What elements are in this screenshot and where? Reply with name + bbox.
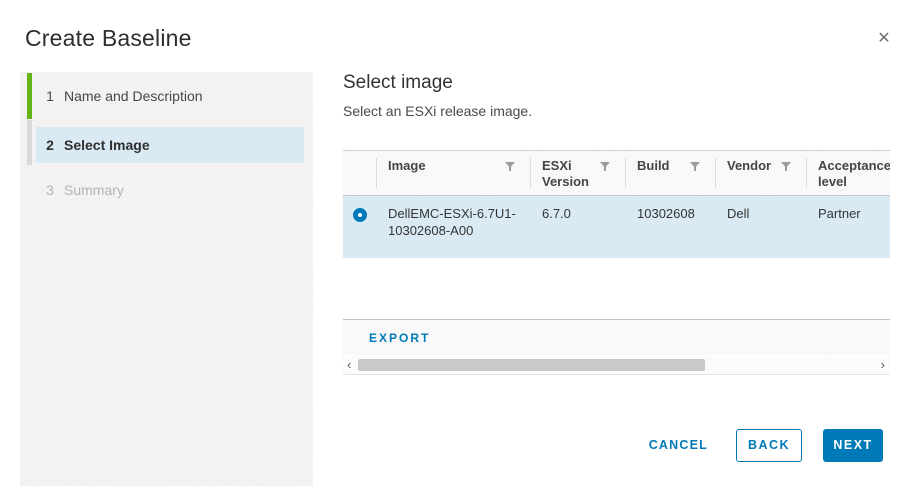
- step-track-bar: [27, 120, 32, 165]
- column-label: Build: [637, 158, 670, 173]
- back-button[interactable]: BACK: [736, 429, 802, 462]
- step-label: Select Image: [64, 137, 150, 153]
- filter-icon[interactable]: [690, 162, 700, 171]
- section-heading: Select image: [343, 72, 453, 94]
- column-label: Vendor: [727, 158, 771, 173]
- sidebar-item-select-image[interactable]: 2 Select Image: [36, 127, 304, 163]
- sidebar-item-summary: 3 Summary: [20, 175, 313, 205]
- section-description: Select an ESXi release image.: [343, 103, 532, 119]
- scroll-right-icon[interactable]: ›: [881, 356, 885, 374]
- step-number: 1: [45, 88, 55, 104]
- table-row[interactable]: DellEMC-ESXi-6.7U1-10302608-A00 6.7.0 10…: [343, 196, 890, 258]
- filter-icon[interactable]: [505, 162, 515, 171]
- cancel-button[interactable]: CANCEL: [649, 438, 708, 452]
- page-title: Create Baseline: [25, 25, 192, 52]
- column-label: Acceptance level: [818, 158, 890, 189]
- cell-image: DellEMC-ESXi-6.7U1-10302608-A00: [376, 196, 530, 258]
- wizard-steps-sidebar: 1 Name and Description 2 Select Image 3 …: [20, 72, 313, 486]
- radio-dot: [358, 213, 362, 217]
- column-header-vendor[interactable]: Vendor: [715, 151, 806, 195]
- table-header-row: Image ESXi Version Build Vendor Acceptan…: [343, 150, 890, 196]
- image-table: Image ESXi Version Build Vendor Acceptan…: [343, 150, 890, 375]
- next-button[interactable]: NEXT: [823, 429, 883, 462]
- cell-acceptance-level: Partner: [806, 196, 890, 258]
- radio-cell: [343, 196, 376, 258]
- scroll-left-icon[interactable]: ‹: [347, 356, 351, 374]
- column-header-esxi-version[interactable]: ESXi Version: [530, 151, 625, 195]
- column-header-image[interactable]: Image: [376, 151, 530, 195]
- export-button[interactable]: EXPORT: [369, 331, 430, 345]
- dialog-footer: CANCEL BACK NEXT: [649, 428, 883, 462]
- column-label: ESXi Version: [542, 158, 589, 189]
- filter-icon[interactable]: [781, 162, 791, 171]
- sidebar-item-name-and-description[interactable]: 1 Name and Description: [20, 72, 313, 119]
- radio-column-header: [343, 151, 376, 195]
- step-label: Summary: [64, 182, 124, 198]
- cell-esxi-version: 6.7.0: [530, 196, 625, 258]
- cell-vendor: Dell: [715, 196, 806, 258]
- filter-icon[interactable]: [600, 162, 610, 171]
- table-empty-area: [343, 258, 890, 319]
- column-header-acceptance-level[interactable]: Acceptance level: [806, 151, 890, 195]
- column-label: Image: [388, 158, 426, 173]
- step-number: 3: [45, 182, 55, 198]
- cell-build: 10302608: [625, 196, 715, 258]
- column-header-build[interactable]: Build: [625, 151, 715, 195]
- table-footer: EXPORT: [343, 319, 890, 355]
- close-icon[interactable]: ✕: [872, 27, 896, 51]
- step-number: 2: [45, 137, 55, 153]
- radio-selected-icon[interactable]: [353, 208, 367, 222]
- horizontal-scrollbar[interactable]: ‹ ›: [343, 356, 890, 375]
- step-label: Name and Description: [64, 88, 203, 104]
- scrollbar-thumb[interactable]: [358, 359, 705, 371]
